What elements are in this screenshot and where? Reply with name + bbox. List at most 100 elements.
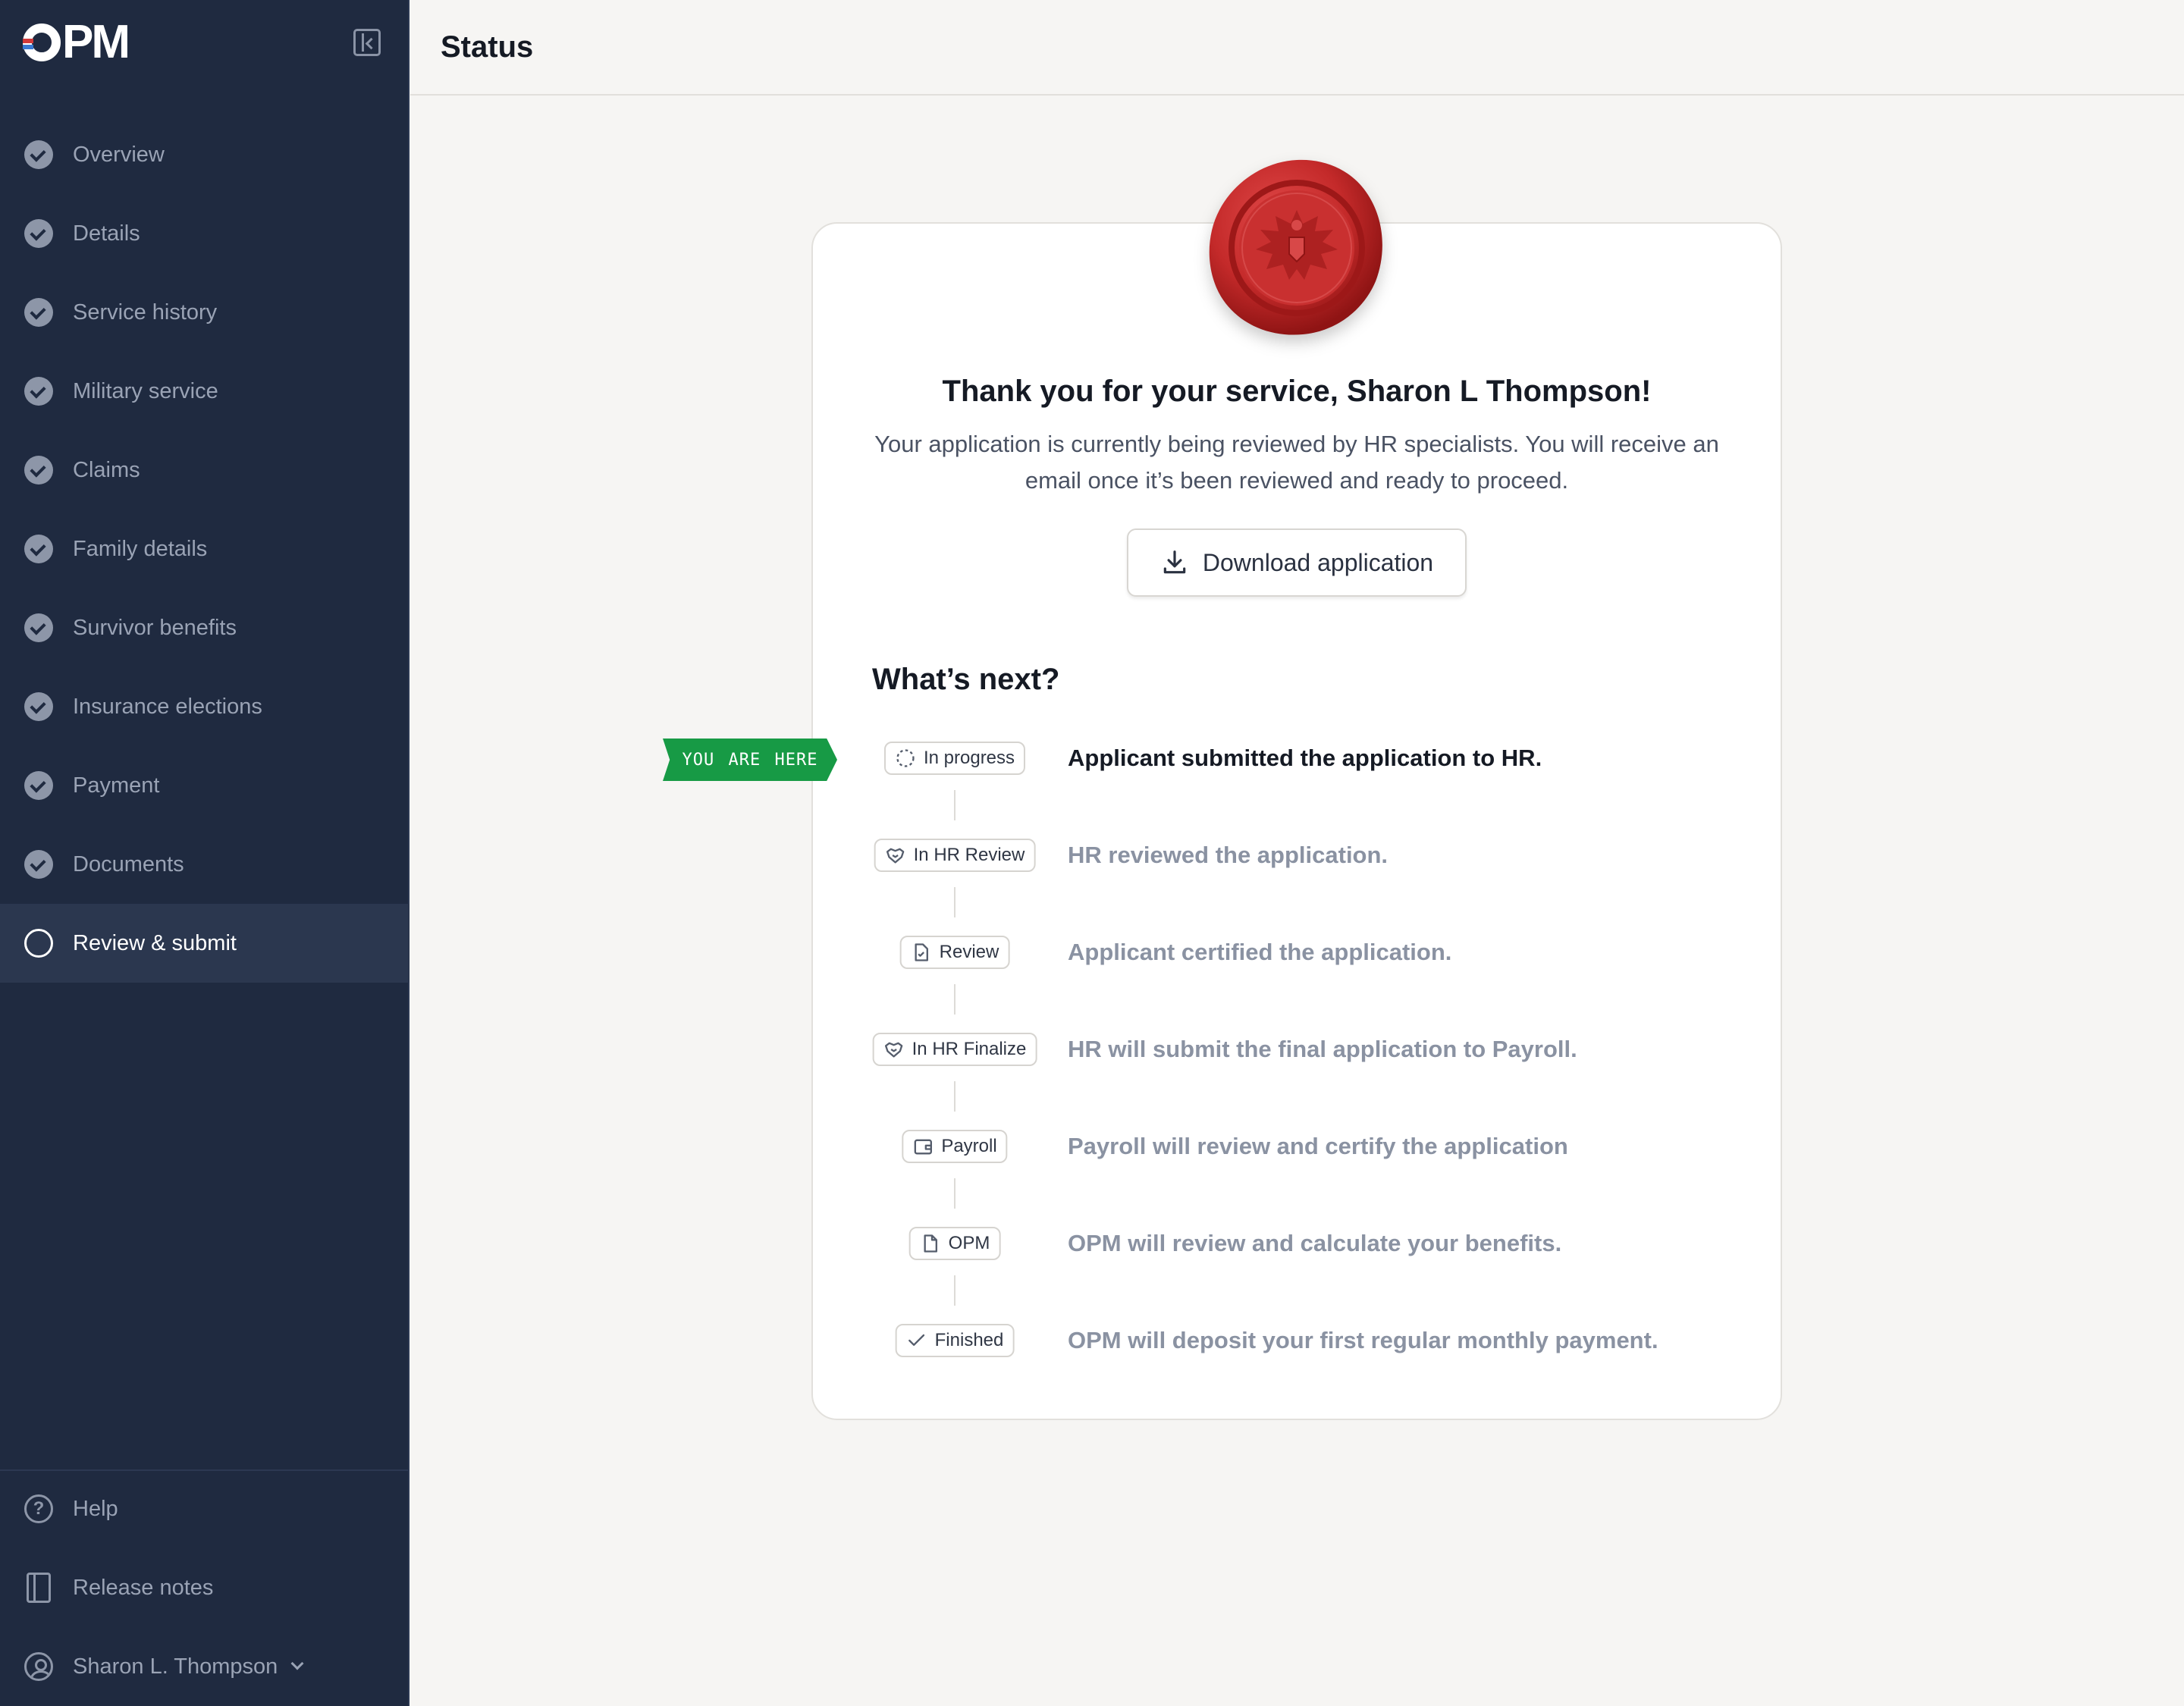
opm-logo[interactable]: PM <box>23 16 130 68</box>
check-circle-icon <box>24 298 53 327</box>
step-description: OPM will deposit your first regular mont… <box>1068 1327 1658 1353</box>
help-label: Help <box>73 1496 118 1521</box>
sidebar-item-details[interactable]: Details <box>0 194 410 273</box>
sidebar-item-claims[interactable]: Claims <box>0 431 410 510</box>
whats-next-heading: What’s next? <box>872 663 1060 696</box>
sidebar-item-label: Review & submit <box>73 930 237 955</box>
step-description: Payroll will review and certify the appl… <box>1068 1133 1568 1159</box>
step-description: HR will submit the final application to … <box>1068 1036 1577 1062</box>
wax-seal-image <box>1209 159 1382 335</box>
timeline-step: In HR Review HR reviewed the application… <box>811 833 1782 878</box>
status-pill: Finished <box>895 1324 1015 1357</box>
logo-o-mark <box>23 24 61 61</box>
user-menu[interactable]: Sharon L. Thompson <box>0 1627 410 1706</box>
release-notes-label: Release notes <box>73 1575 214 1600</box>
step-description: HR reviewed the application. <box>1068 842 1389 868</box>
status-pill: Review <box>899 936 1010 969</box>
status-pill-label: Review <box>939 942 999 962</box>
step-description: Applicant certified the application. <box>1068 939 1452 965</box>
timeline-step: Finished OPM will deposit your first reg… <box>811 1318 1782 1363</box>
page-title: Status <box>441 30 534 64</box>
file-icon <box>924 1234 937 1253</box>
you-are-here-label: YOU ARE HERE <box>682 750 818 770</box>
sidebar-nav: Overview Details Service history Militar… <box>0 115 410 983</box>
status-pill-label: In HR Finalize <box>912 1039 1027 1059</box>
timeline-step: Review Applicant certified the applicati… <box>811 930 1782 975</box>
help-link[interactable]: ? Help <box>0 1469 410 1548</box>
sidebar-item-label: Overview <box>73 142 165 167</box>
check-circle-icon <box>24 377 53 406</box>
wallet-icon <box>914 1139 932 1155</box>
status-pill-label: In HR Review <box>913 845 1025 865</box>
sidebar-item-review-submit[interactable]: Review & submit <box>0 904 410 983</box>
user-name: Sharon L. Thompson <box>73 1654 278 1679</box>
status-pill: In HR Finalize <box>872 1033 1037 1066</box>
handshake-icon <box>886 848 905 864</box>
collapse-sidebar-icon[interactable] <box>353 29 381 56</box>
sidebar-item-label: Family details <box>73 536 208 561</box>
notebook-icon <box>27 1573 51 1603</box>
check-circle-icon <box>24 613 53 642</box>
status-pill-label: Payroll <box>941 1136 997 1156</box>
timeline-step: Payroll Payroll will review and certify … <box>811 1124 1782 1169</box>
empty-circle-icon <box>24 929 53 958</box>
sidebar-bottom-nav: ? Help Release notes Sharon L. Thompson <box>0 1469 410 1706</box>
sidebar-item-label: Details <box>73 221 140 246</box>
check-circle-icon <box>24 535 53 563</box>
release-notes-link[interactable]: Release notes <box>0 1548 410 1627</box>
thank-you-heading: Thank you for your service, Sharon L Tho… <box>942 375 1652 408</box>
sidebar-item-label: Claims <box>73 457 140 482</box>
check-circle-icon <box>24 771 53 800</box>
sidebar-item-survivor-benefits[interactable]: Survivor benefits <box>0 588 410 667</box>
sidebar-item-label: Documents <box>73 851 184 877</box>
sidebar-item-service-history[interactable]: Service history <box>0 273 410 352</box>
help-icon: ? <box>24 1494 53 1523</box>
timeline-step: In HR Finalize HR will submit the final … <box>811 1027 1782 1072</box>
status-pill: Payroll <box>902 1130 1008 1163</box>
status-pill: OPM <box>908 1227 1001 1260</box>
check-icon <box>908 1334 925 1346</box>
timeline-connector <box>954 887 956 917</box>
timeline-connector <box>954 1275 956 1306</box>
timeline-connector <box>954 1081 956 1112</box>
status-pill: In progress <box>883 742 1026 775</box>
chevron-down-icon <box>290 1657 304 1670</box>
download-icon <box>1163 550 1186 574</box>
status-pill: In HR Review <box>874 839 1036 872</box>
handshake-icon <box>884 1042 903 1058</box>
step-description: Applicant submitted the application to H… <box>1068 745 1542 771</box>
timeline-step: In progress Applicant submitted the appl… <box>811 735 1782 781</box>
sidebar: PM Overview Details Service history Mili… <box>0 0 410 1706</box>
sidebar-item-label: Survivor benefits <box>73 615 237 640</box>
timeline-connector <box>954 790 956 820</box>
sidebar-item-payment[interactable]: Payment <box>0 746 410 825</box>
timeline-connector <box>954 984 956 1015</box>
status-pill-label: In progress <box>923 748 1015 768</box>
check-circle-icon <box>24 140 53 169</box>
logo-text: PM <box>62 16 130 68</box>
sidebar-item-label: Service history <box>73 299 218 325</box>
sidebar-item-label: Military service <box>73 378 218 403</box>
sidebar-item-military-service[interactable]: Military service <box>0 352 410 431</box>
page-header: Status <box>410 0 2184 96</box>
user-icon <box>24 1652 53 1681</box>
sidebar-item-label: Payment <box>73 773 160 798</box>
check-circle-icon <box>24 456 53 485</box>
sidebar-item-overview[interactable]: Overview <box>0 115 410 194</box>
check-circle-icon <box>24 692 53 721</box>
status-pill-label: OPM <box>948 1233 990 1253</box>
download-label: Download application <box>1202 548 1434 576</box>
sidebar-item-label: Insurance elections <box>73 694 262 719</box>
sidebar-item-insurance-elections[interactable]: Insurance elections <box>0 667 410 746</box>
download-application-button[interactable]: Download application <box>1127 528 1467 597</box>
step-description: OPM will review and calculate your benef… <box>1068 1230 1562 1256</box>
sidebar-item-family-details[interactable]: Family details <box>0 510 410 588</box>
status-description: Your application is currently being revi… <box>874 431 1719 494</box>
timeline-step: OPM OPM will review and calculate your b… <box>811 1221 1782 1266</box>
check-circle-icon <box>24 850 53 879</box>
dashed-circle-icon <box>896 749 915 767</box>
file-check-icon <box>915 943 928 961</box>
check-circle-icon <box>24 219 53 248</box>
timeline-connector <box>954 1178 956 1209</box>
sidebar-item-documents[interactable]: Documents <box>0 825 410 904</box>
